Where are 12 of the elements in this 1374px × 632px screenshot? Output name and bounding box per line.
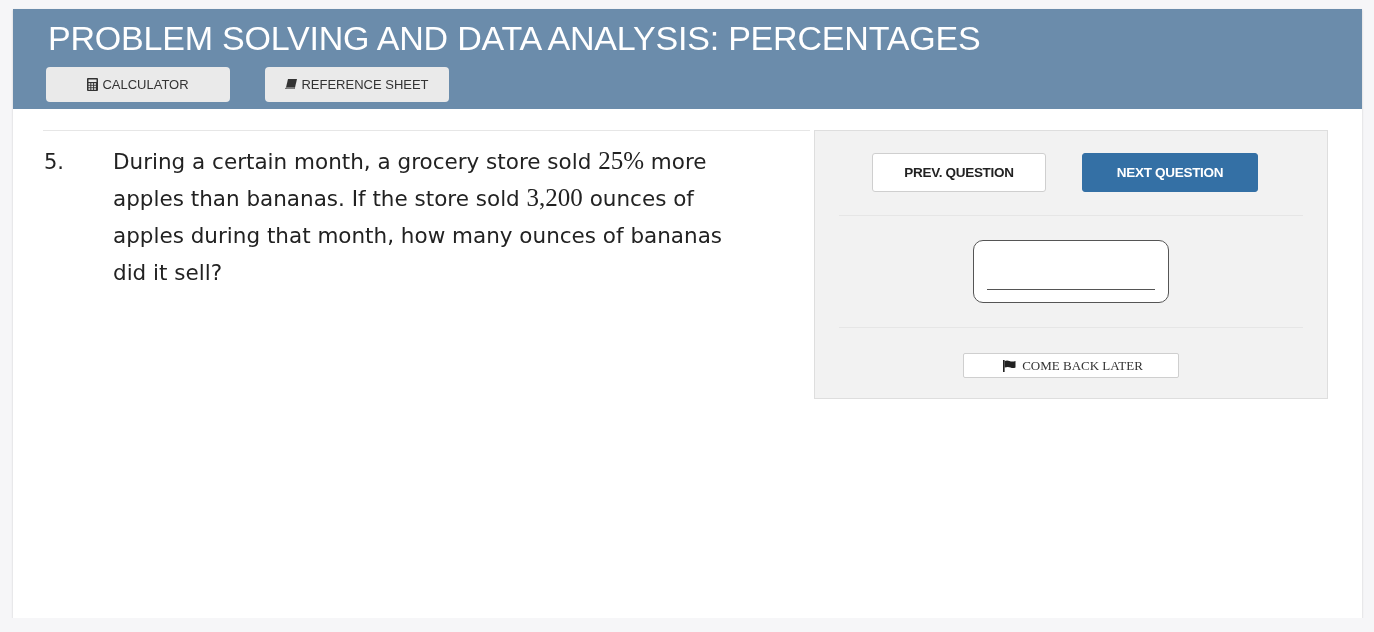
book-icon — [285, 79, 298, 90]
answer-box[interactable] — [973, 240, 1169, 303]
calculator-button[interactable]: CALCULATOR — [46, 67, 230, 102]
section-title: PROBLEM SOLVING AND DATA ANALYSIS: PERCENTAGES — [48, 18, 982, 58]
calculator-icon — [87, 78, 99, 91]
flag-icon — [1003, 359, 1017, 372]
question-number: 5. — [43, 149, 66, 176]
come-back-later-button[interactable]: COME BACK LATER — [963, 353, 1179, 378]
reference-sheet-button[interactable]: REFERENCE SHEET — [265, 67, 449, 102]
next-question-button[interactable]: NEXT QUESTION — [1082, 153, 1258, 192]
previous-question-button[interactable]: PREV. QUESTION — [872, 153, 1046, 192]
question-text: During a certain month, a grocery store sold 25% more apples than bananas. If the store sold 3,200 ounces of apples during that month, how many ounces of bananas did it sell? — [113, 146, 724, 287]
